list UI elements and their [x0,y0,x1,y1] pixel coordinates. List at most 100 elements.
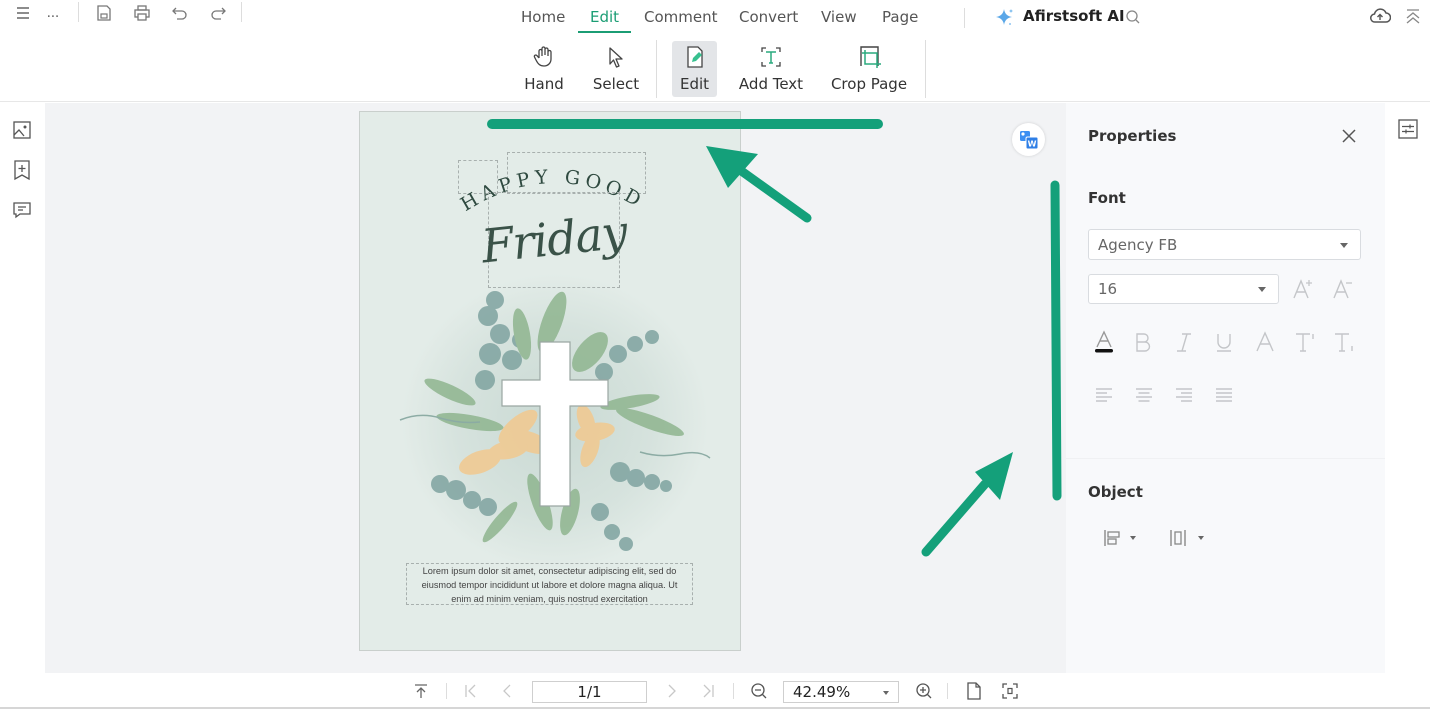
select-tool-button[interactable]: Select [591,41,641,97]
edit-label: Edit [679,75,710,93]
top-bar: ... Home Edit Comment Convert View Page … [0,0,1430,36]
align-center-icon[interactable] [1130,381,1158,409]
font-size-select[interactable]: 16 [1088,274,1279,304]
bottom-status-bar: 1/1 42.49% [0,673,1430,709]
undo-icon[interactable] [169,2,191,24]
tab-convert[interactable]: Convert [739,7,798,33]
page-number-input[interactable]: 1/1 [532,681,647,703]
divider [1066,458,1385,459]
crop-page-button[interactable]: Crop Page [830,41,908,97]
properties-toggle-icon[interactable] [1397,118,1419,140]
align-left-icon[interactable] [1090,381,1118,409]
edit-tool-button[interactable]: Edit [672,41,717,97]
first-page-icon[interactable] [461,681,481,701]
tab-page[interactable]: Page [882,7,918,33]
divider [656,40,657,98]
add-text-button[interactable]: Add Text [737,41,805,97]
align-justify-icon[interactable] [1210,381,1238,409]
svg-text:W: W [1027,139,1036,148]
tab-edit[interactable]: Edit [577,7,632,33]
right-sidebar [1385,103,1430,673]
document-canvas[interactable]: HAPPY GOOD Friday Lorem ipsum dolor sit … [45,103,1066,673]
ai-assistant-button[interactable]: Afirstsoft AI [1023,7,1125,25]
cloud-upload-icon[interactable] [1369,5,1391,27]
hand-label: Hand [524,75,564,93]
tab-home[interactable]: Home [521,7,565,33]
subscript-icon[interactable] [1330,328,1358,356]
object-section-title: Object [1088,483,1143,501]
chevron-down-icon [1198,536,1204,540]
zoom-level-value: 42.49% [793,683,851,701]
crop-icon [856,43,882,71]
comment-list-icon[interactable] [11,199,33,221]
collapse-ribbon-icon[interactable] [1402,5,1424,27]
last-page-icon[interactable] [698,681,718,701]
heading-script[interactable]: Friday [479,187,629,290]
print-icon[interactable] [131,2,153,24]
increase-font-size-icon[interactable] [1289,275,1317,303]
chevron-down-icon [1340,242,1348,248]
divider [446,683,447,699]
divider [964,8,965,28]
divider [78,2,79,22]
hand-tool-button[interactable]: Hand [522,41,566,97]
font-family-select[interactable]: Agency FB [1088,229,1361,260]
translate-icon: W [1019,130,1038,149]
previous-page-icon[interactable] [497,681,517,701]
body-text[interactable]: Lorem ipsum dolor sit amet, consectetur … [406,564,693,606]
bookmark-add-icon[interactable] [11,159,33,181]
hand-icon [533,43,555,71]
font-color-icon[interactable] [1090,328,1118,356]
align-right-icon[interactable] [1170,381,1198,409]
align-objects-icon [1104,530,1120,546]
save-icon[interactable] [93,2,115,24]
edit-document-icon [684,43,706,71]
object-align-dropdown[interactable] [1102,527,1144,549]
properties-panel: Properties Font Agency FB 16 Object [1066,103,1385,673]
next-page-icon[interactable] [662,681,682,701]
chevron-down-icon [1130,536,1136,540]
fit-screen-icon[interactable] [1000,681,1020,701]
translate-to-word-button[interactable]: W [1012,123,1045,156]
close-properties-button[interactable] [1338,125,1360,147]
add-text-icon [759,43,783,71]
font-size-value: 16 [1098,280,1118,298]
menu-icon[interactable] [12,2,34,24]
divider [241,2,242,22]
scroll-to-top-icon[interactable] [411,681,431,701]
strikethrough-icon[interactable] [1251,328,1279,356]
underline-icon[interactable] [1210,328,1238,356]
distribute-objects-icon [1170,530,1186,546]
left-sidebar [0,103,45,673]
chevron-down-icon [883,691,889,695]
body-text-line: eiusmod tempor incididunt ut labore et d… [421,580,678,590]
divider [733,683,734,699]
italic-icon[interactable] [1170,328,1198,356]
bold-icon[interactable] [1129,328,1157,356]
thumbnail-icon[interactable] [11,119,33,141]
add-text-label: Add Text [738,75,804,93]
ribbon-toolbar: Hand Select Edit Add Text Crop Page [0,36,1430,102]
search-icon[interactable] [1122,6,1144,28]
single-page-view-icon[interactable] [964,681,984,701]
chevron-down-icon [1258,287,1266,292]
font-family-value: Agency FB [1098,235,1178,254]
font-section-title: Font [1088,189,1126,207]
floral-cross-illustration [399,291,711,551]
close-icon [1342,129,1356,143]
decrease-font-size-icon[interactable] [1329,275,1357,303]
more-button[interactable]: ... [42,2,64,24]
divider [925,40,926,98]
properties-title: Properties [1088,127,1177,145]
tab-view[interactable]: View [821,7,857,33]
object-distribute-dropdown[interactable] [1168,527,1210,549]
zoom-in-icon[interactable] [914,681,934,701]
redo-icon[interactable] [207,2,229,24]
zoom-out-icon[interactable] [749,681,769,701]
tab-comment[interactable]: Comment [644,7,718,33]
pdf-page[interactable]: HAPPY GOOD Friday Lorem ipsum dolor sit … [359,111,741,651]
body-text-line: Lorem ipsum dolor sit amet, consectetur … [422,566,677,576]
zoom-level-select[interactable]: 42.49% [783,681,899,703]
divider [947,683,948,699]
superscript-icon[interactable] [1291,328,1319,356]
